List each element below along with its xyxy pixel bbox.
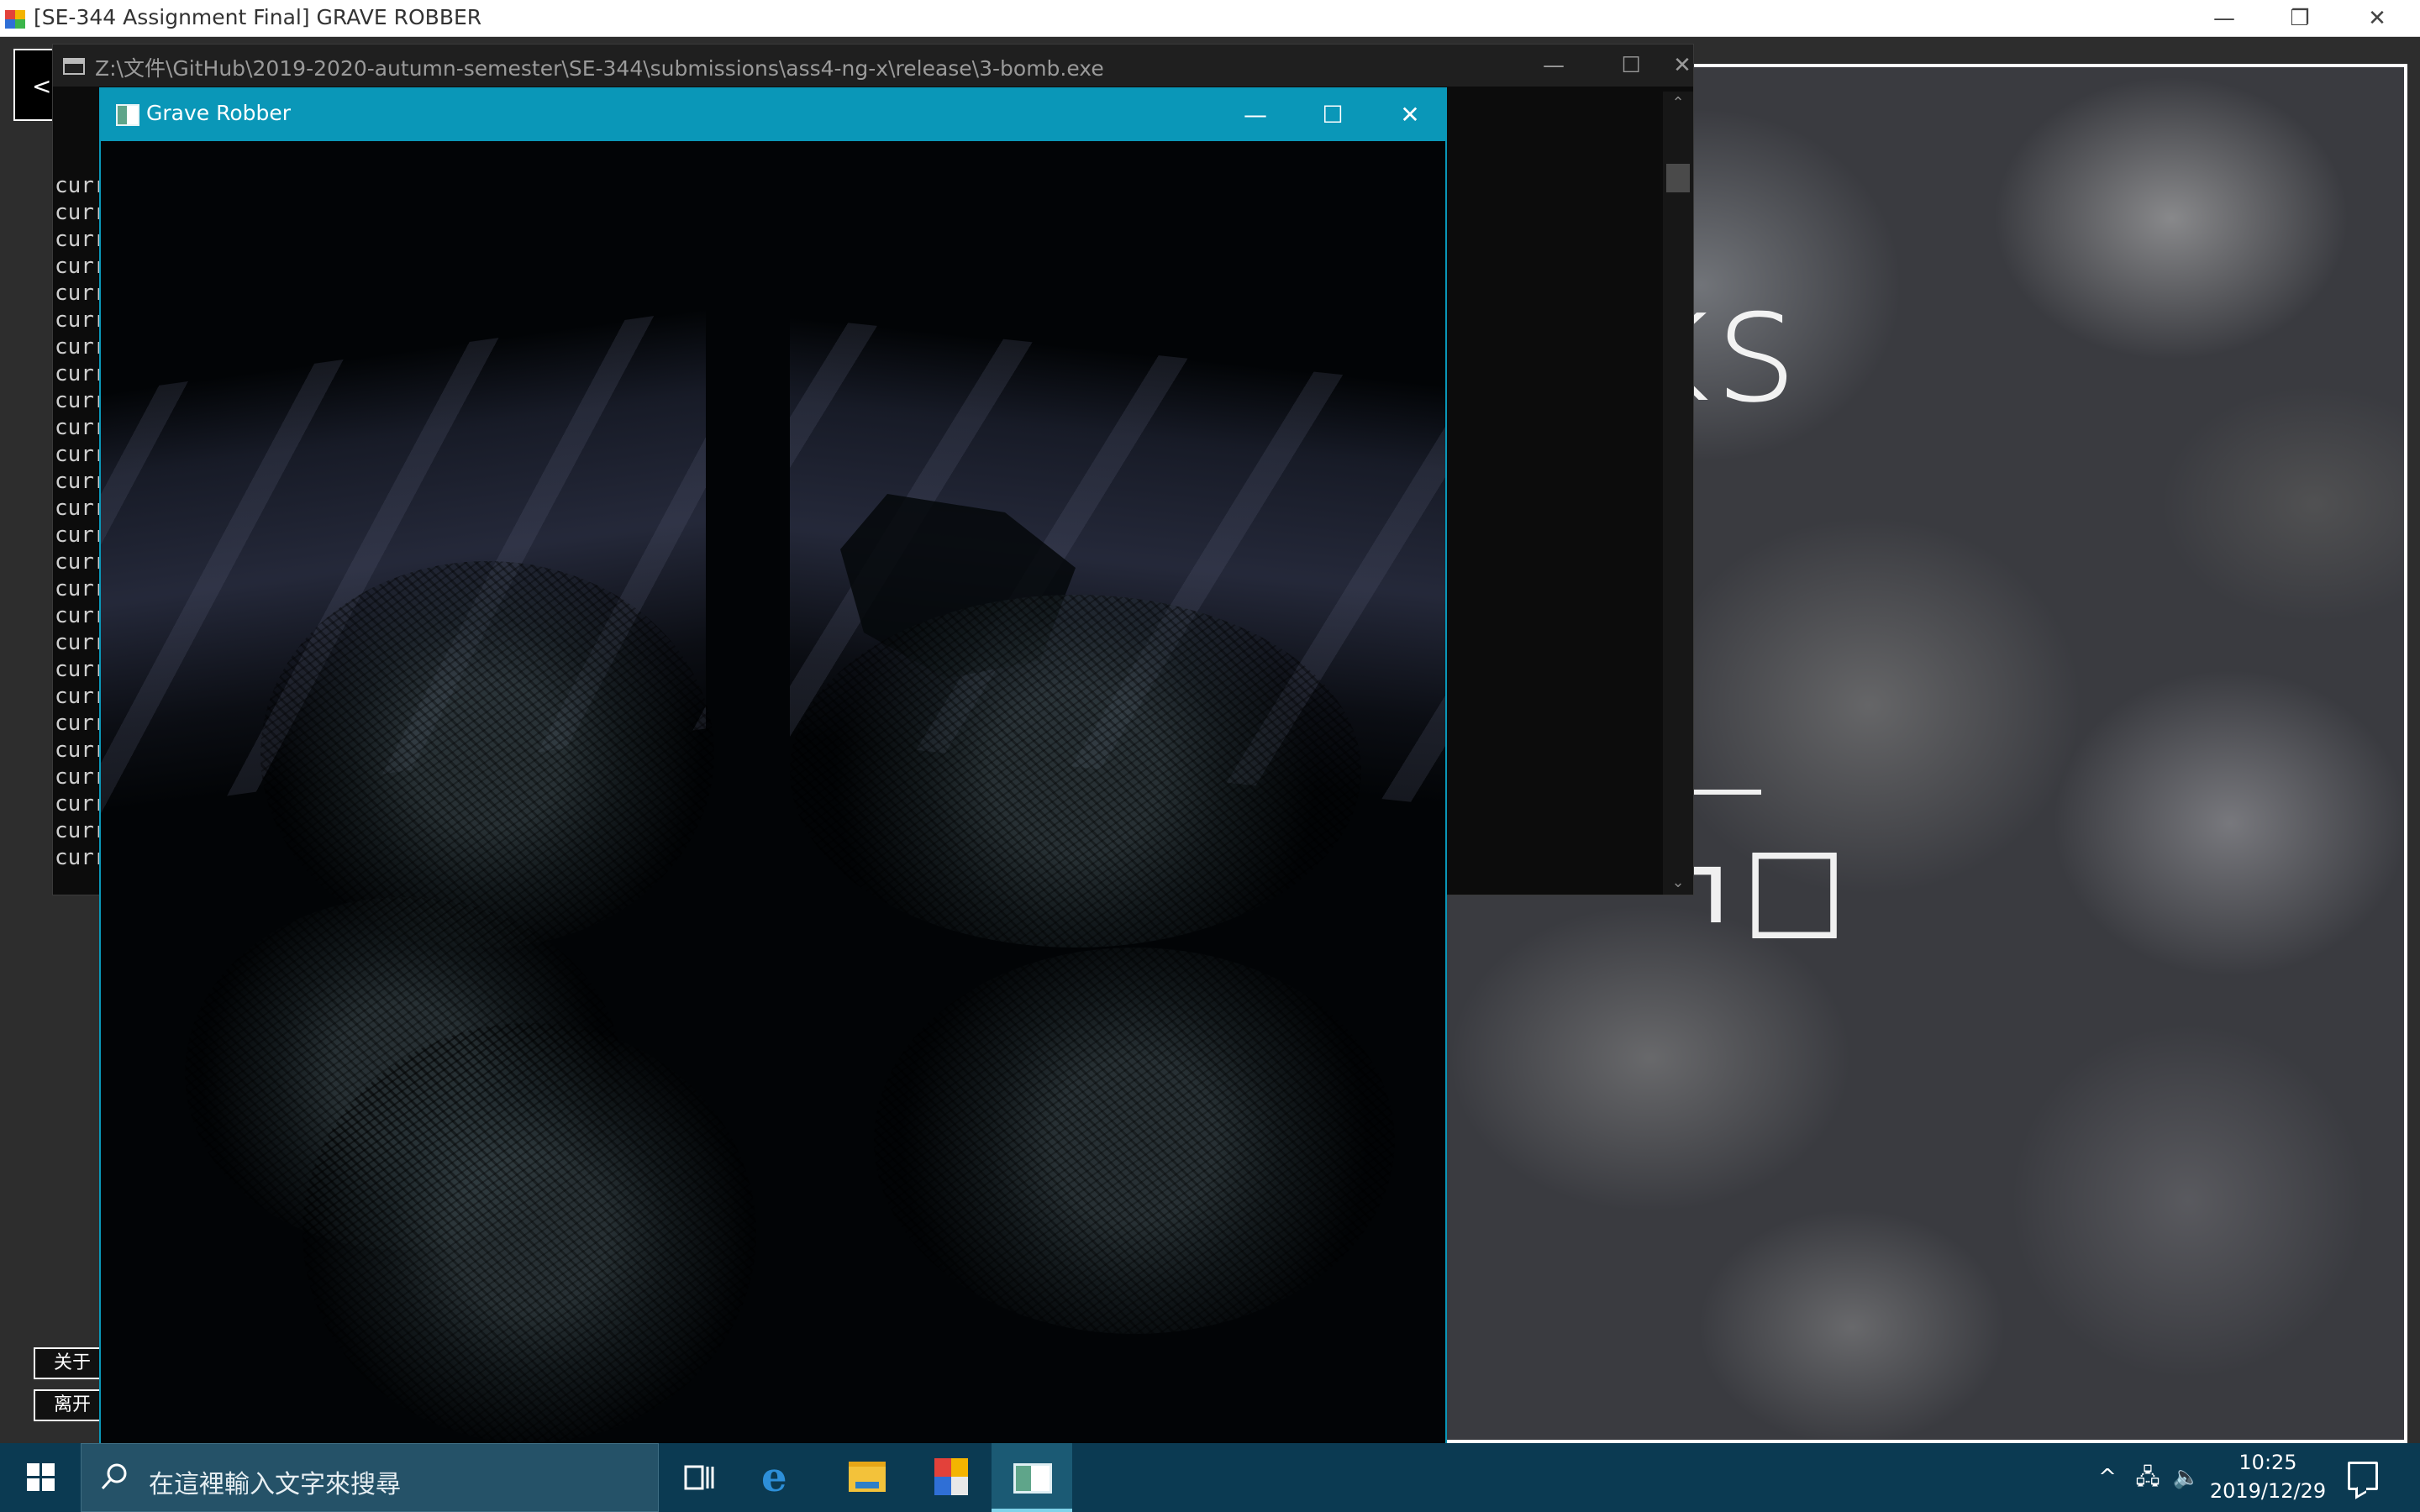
- background-app-title: [SE-344 Assignment Final] GRAVE ROBBER: [34, 5, 482, 29]
- game-minimize-button[interactable]: —: [1217, 89, 1294, 141]
- task-view-icon: [684, 1465, 714, 1490]
- search-placeholder: 在這裡輸入文字來搜尋: [149, 1470, 401, 1499]
- game-maximize-button[interactable]: ☐: [1294, 89, 1371, 141]
- game-window-icon: [116, 104, 139, 126]
- clock-date: 2019/12/29: [2209, 1479, 2327, 1503]
- clock-time: 10:25: [2238, 1451, 2297, 1474]
- search-icon: [101, 1463, 127, 1490]
- game-window: Grave Robber — ☐ ✕: [99, 87, 1447, 1445]
- console-titlebar[interactable]: Z:\文件\GitHub\2019-2020-autumn-semester\S…: [53, 45, 1693, 87]
- debris-cloud: [790, 595, 1361, 948]
- console-scrollbar[interactable]: ⌃ ⌄: [1663, 92, 1693, 895]
- debris-cloud: [874, 948, 1395, 1334]
- taskbar-grave-robber[interactable]: [992, 1443, 1072, 1512]
- console-maximize-button[interactable]: ☐: [1592, 45, 1670, 87]
- show-hidden-icons-chevron-icon[interactable]: ^: [2091, 1443, 2124, 1512]
- clock[interactable]: 10:25 2019/12/29: [2205, 1448, 2331, 1505]
- scroll-up-icon[interactable]: ⌃: [1663, 92, 1693, 115]
- search-box[interactable]: 在這裡輸入文字來搜尋: [81, 1443, 659, 1512]
- scroll-down-icon[interactable]: ⌄: [1663, 871, 1693, 895]
- game-title: Grave Robber: [146, 101, 292, 125]
- taskbar-edge[interactable]: e: [743, 1443, 823, 1512]
- exit-button[interactable]: 离开: [34, 1389, 109, 1421]
- panel-divider: [1684, 790, 1761, 795]
- taskbar-file-explorer[interactable]: [827, 1443, 908, 1512]
- restore-button[interactable]: ❐: [2262, 0, 2338, 37]
- minimize-button[interactable]: —: [2186, 0, 2262, 37]
- task-view-button[interactable]: [659, 1443, 739, 1512]
- volume-icon[interactable]: 🔈: [2170, 1443, 2203, 1512]
- grave-robber-icon: [1013, 1463, 1052, 1494]
- edge-icon: e: [761, 1454, 787, 1501]
- game-titlebar[interactable]: Grave Robber — ☐ ✕: [101, 89, 1445, 141]
- game-viewport[interactable]: [101, 141, 1445, 1445]
- file-explorer-icon: [849, 1462, 886, 1492]
- game-close-button[interactable]: ✕: [1371, 89, 1449, 141]
- console-minimize-button[interactable]: —: [1515, 45, 1592, 87]
- about-button[interactable]: 关于: [34, 1347, 109, 1379]
- network-icon[interactable]: 🖧: [2131, 1443, 2165, 1512]
- start-button[interactable]: [0, 1443, 81, 1512]
- taskbar: 在這裡輸入文字來搜尋 e ^ 🖧 🔈 10:25 2019/12/29: [0, 1443, 2420, 1512]
- debris-cloud: [302, 1023, 756, 1443]
- console-close-button[interactable]: ✕: [1670, 45, 1695, 87]
- app-icon: [934, 1458, 968, 1495]
- taskbar-app[interactable]: [909, 1443, 990, 1512]
- app-icon: [3, 8, 27, 30]
- scroll-thumb[interactable]: [1666, 164, 1690, 192]
- notification-center-icon[interactable]: [2348, 1462, 2378, 1490]
- background-app-titlebar[interactable]: [SE-344 Assignment Final] GRAVE ROBBER —…: [0, 0, 2420, 37]
- console-icon: [63, 58, 85, 75]
- console-title: Z:\文件\GitHub\2019-2020-autumn-semester\S…: [95, 56, 1104, 81]
- debris-cloud: [260, 561, 714, 948]
- close-button[interactable]: ✕: [2339, 0, 2415, 37]
